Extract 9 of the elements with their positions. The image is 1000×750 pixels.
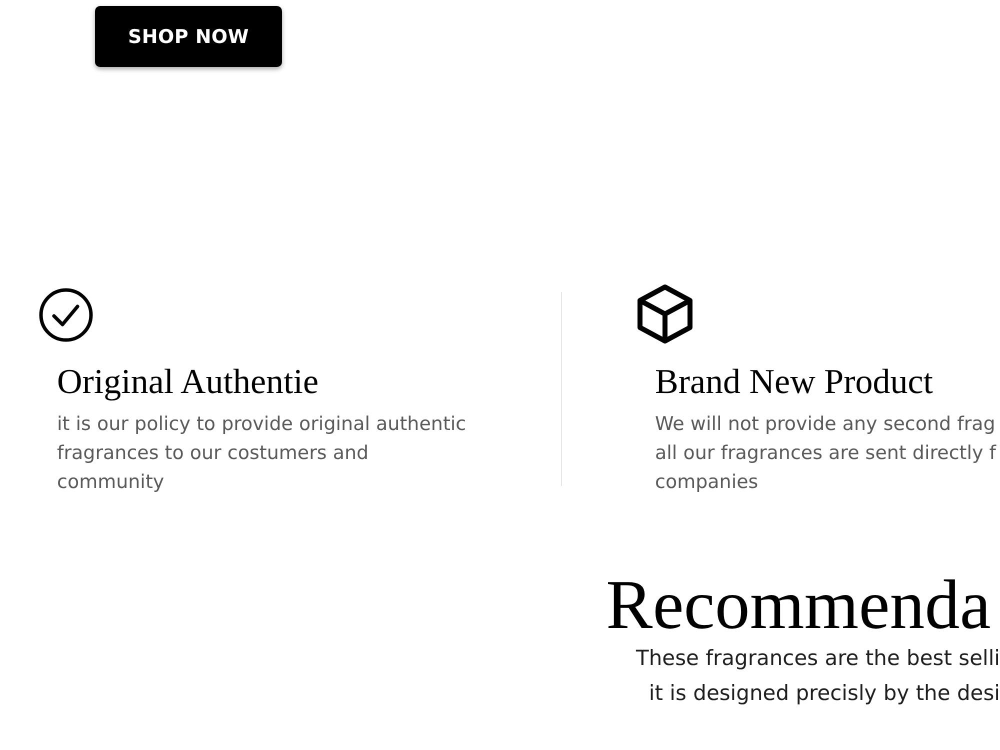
- check-circle-icon: [39, 288, 93, 342]
- shop-now-button[interactable]: SHOP NOW: [95, 6, 282, 67]
- feature-title: Original Authentie: [57, 361, 318, 403]
- section-heading: Recommenda: [606, 571, 991, 641]
- feature-description: We will not provide any second frag all our fragrances are sent directly f companies: [655, 412, 996, 495]
- feature-title: Brand New Product: [655, 361, 934, 403]
- section-description: These fragrances are the best selli it is designed precisly by the desi: [636, 645, 1000, 707]
- cube-icon: [637, 284, 693, 344]
- feature-description: it is our policy to provide original authentic fragrances to our costumers and community: [57, 412, 466, 495]
